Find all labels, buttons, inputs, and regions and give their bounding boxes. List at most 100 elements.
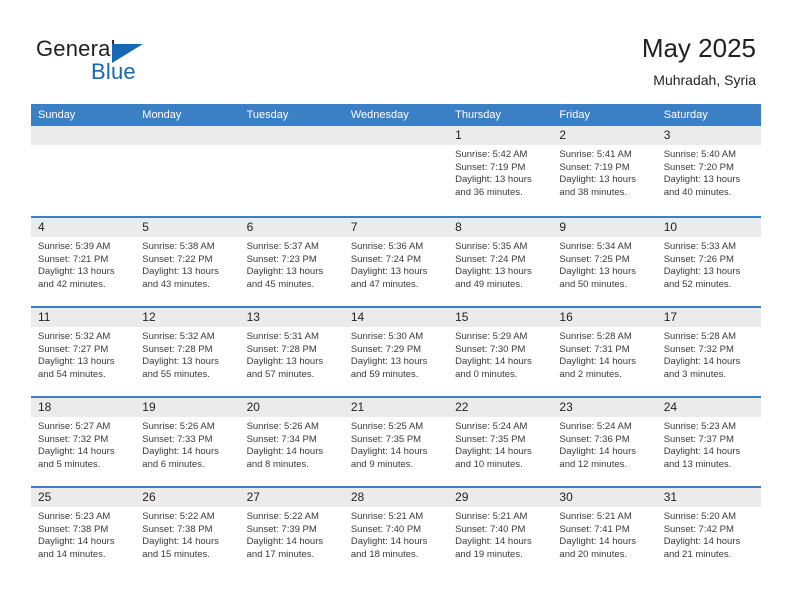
weekday-header-saturday: Saturday bbox=[663, 109, 708, 121]
weekday-header-friday: Friday bbox=[559, 109, 590, 121]
day-detail-line: Sunrise: 5:23 AM bbox=[38, 511, 111, 522]
day-cell[interactable]: 7 Sunrise: 5:36 AM Sunset: 7:24 PM Daylight… bbox=[343, 218, 449, 306]
day-detail-line: Sunset: 7:27 PM bbox=[38, 343, 109, 355]
day-detail-line: and 52 minutes. bbox=[663, 278, 732, 290]
day-number: 7 bbox=[350, 220, 358, 234]
day-details: Sunrise: 5:28 AM Sunset: 7:32 PM Daylight:… bbox=[657, 327, 761, 381]
day-detail-line: Daylight: 14 hours bbox=[559, 536, 636, 548]
day-number: 2 bbox=[559, 128, 567, 142]
day-number: 10 bbox=[663, 220, 678, 234]
day-details: Sunrise: 5:22 AM Sunset: 7:38 PM Daylight:… bbox=[135, 507, 239, 561]
day-number-strip: 19 bbox=[135, 398, 240, 417]
day-cell[interactable]: 17 Sunrise: 5:28 AM Sunset: 7:32 PM Dayligh… bbox=[656, 308, 761, 396]
day-cell[interactable]: 29 Sunrise: 5:21 AM Sunset: 7:40 PM Dayligh… bbox=[448, 488, 553, 576]
day-number-strip: 10 bbox=[656, 218, 761, 237]
day-number-strip: 25 bbox=[31, 488, 136, 507]
day-details: Sunrise: 5:30 AM Sunset: 7:29 PM Daylight:… bbox=[344, 327, 448, 381]
day-cell[interactable]: 28 Sunrise: 5:21 AM Sunset: 7:40 PM Dayligh… bbox=[343, 488, 449, 576]
day-detail-line: Daylight: 13 hours bbox=[455, 174, 532, 186]
day-number: 12 bbox=[142, 310, 156, 324]
day-detail-line: and 57 minutes. bbox=[246, 368, 315, 380]
day-detail-line: and 17 minutes. bbox=[246, 548, 315, 560]
day-cell-empty bbox=[343, 126, 449, 216]
day-cell[interactable]: 9 Sunrise: 5:34 AM Sunset: 7:25 PM Daylight… bbox=[552, 218, 657, 306]
day-number: 23 bbox=[559, 400, 573, 414]
day-detail-line: Sunrise: 5:40 AM bbox=[663, 149, 737, 160]
day-number-strip: 28 bbox=[343, 488, 449, 507]
day-details: Sunrise: 5:32 AM Sunset: 7:28 PM Daylight:… bbox=[135, 327, 239, 381]
day-detail-line: Daylight: 13 hours bbox=[38, 356, 115, 368]
day-details: Sunrise: 5:24 AM Sunset: 7:35 PM Daylight:… bbox=[448, 417, 552, 471]
day-detail-line: Sunrise: 5:38 AM bbox=[142, 241, 215, 252]
day-details: Sunrise: 5:33 AM Sunset: 7:26 PM Daylight:… bbox=[657, 237, 761, 291]
day-cell[interactable]: 14 Sunrise: 5:30 AM Sunset: 7:29 PM Dayligh… bbox=[343, 308, 449, 396]
day-number-strip: 31 bbox=[656, 488, 761, 507]
day-detail-line: Daylight: 14 hours bbox=[246, 536, 324, 548]
day-detail-line: Sunrise: 5:42 AM bbox=[455, 149, 528, 160]
day-cell[interactable]: 13 Sunrise: 5:31 AM Sunset: 7:28 PM Dayligh… bbox=[239, 308, 344, 396]
day-detail-line: Sunset: 7:19 PM bbox=[455, 161, 526, 173]
day-cell[interactable]: 12 Sunrise: 5:32 AM Sunset: 7:28 PM Dayligh… bbox=[135, 308, 240, 396]
day-cell[interactable]: 16 Sunrise: 5:28 AM Sunset: 7:31 PM Dayligh… bbox=[552, 308, 657, 396]
day-cell[interactable]: 25 Sunrise: 5:23 AM Sunset: 7:38 PM Dayligh… bbox=[31, 488, 136, 576]
day-detail-line: Daylight: 13 hours bbox=[142, 356, 219, 368]
day-cell[interactable]: 5 Sunrise: 5:38 AM Sunset: 7:22 PM Daylight… bbox=[135, 218, 240, 306]
day-detail-line: Sunset: 7:19 PM bbox=[559, 161, 630, 173]
day-cell[interactable]: 1 Sunrise: 5:42 AM Sunset: 7:19 PM Daylight… bbox=[448, 126, 553, 216]
day-detail-line: Sunset: 7:41 PM bbox=[559, 523, 630, 535]
day-detail-line: Sunset: 7:35 PM bbox=[455, 433, 526, 445]
weekday-header-wednesday: Wednesday bbox=[350, 109, 409, 121]
day-cell[interactable]: 2 Sunrise: 5:41 AM Sunset: 7:19 PM Daylight… bbox=[552, 126, 657, 216]
day-detail-line: Sunset: 7:20 PM bbox=[663, 161, 734, 173]
day-detail-line: Sunrise: 5:41 AM bbox=[559, 149, 632, 160]
day-detail-line: Daylight: 14 hours bbox=[38, 446, 115, 458]
day-cell[interactable]: 4 Sunrise: 5:39 AM Sunset: 7:21 PM Daylight… bbox=[31, 218, 136, 306]
day-detail-line: Sunset: 7:40 PM bbox=[350, 523, 422, 535]
day-number-strip: 11 bbox=[31, 308, 136, 327]
day-cell[interactable]: 31 Sunrise: 5:20 AM Sunset: 7:42 PM Dayligh… bbox=[656, 488, 761, 576]
day-cell[interactable]: 27 Sunrise: 5:22 AM Sunset: 7:39 PM Dayligh… bbox=[239, 488, 344, 576]
day-number-strip bbox=[239, 126, 344, 145]
page-subtitle: Muhradah, Syria bbox=[653, 72, 756, 88]
day-number-strip: 29 bbox=[448, 488, 553, 507]
general-blue-logo: General Blue bbox=[36, 36, 236, 88]
day-details: Sunrise: 5:21 AM Sunset: 7:40 PM Daylight:… bbox=[344, 507, 448, 561]
day-cell[interactable]: 6 Sunrise: 5:37 AM Sunset: 7:23 PM Daylight… bbox=[239, 218, 344, 306]
day-cell[interactable]: 30 Sunrise: 5:21 AM Sunset: 7:41 PM Dayligh… bbox=[552, 488, 657, 576]
day-detail-line: Daylight: 14 hours bbox=[246, 446, 324, 458]
day-cell[interactable]: 24 Sunrise: 5:23 AM Sunset: 7:37 PM Dayligh… bbox=[656, 398, 761, 486]
day-details: Sunrise: 5:38 AM Sunset: 7:22 PM Daylight:… bbox=[135, 237, 239, 291]
day-detail-line: Daylight: 14 hours bbox=[350, 536, 428, 548]
day-detail-line: Daylight: 13 hours bbox=[663, 266, 741, 278]
day-cell[interactable]: 20 Sunrise: 5:26 AM Sunset: 7:34 PM Dayligh… bbox=[239, 398, 344, 486]
day-cell[interactable]: 19 Sunrise: 5:26 AM Sunset: 7:33 PM Dayligh… bbox=[135, 398, 240, 486]
calendar-grid: Sunday Monday Tuesday Wednesday Thursday Frid… bbox=[31, 104, 761, 576]
day-cell[interactable]: 10 Sunrise: 5:33 AM Sunset: 7:26 PM Dayligh… bbox=[656, 218, 761, 306]
day-details: Sunrise: 5:41 AM Sunset: 7:19 PM Daylight:… bbox=[552, 145, 656, 199]
day-detail-line: Daylight: 14 hours bbox=[350, 446, 428, 458]
day-cell[interactable]: 23 Sunrise: 5:24 AM Sunset: 7:36 PM Dayligh… bbox=[552, 398, 657, 486]
day-detail-line: Daylight: 13 hours bbox=[246, 266, 324, 278]
day-detail-line: and 19 minutes. bbox=[455, 548, 523, 560]
day-cell[interactable]: 8 Sunrise: 5:35 AM Sunset: 7:24 PM Daylight… bbox=[448, 218, 553, 306]
day-number-strip: 26 bbox=[135, 488, 240, 507]
day-detail-line: Sunrise: 5:28 AM bbox=[663, 331, 737, 342]
day-number-strip: 9 bbox=[552, 218, 657, 237]
day-cell[interactable]: 22 Sunrise: 5:24 AM Sunset: 7:35 PM Dayligh… bbox=[448, 398, 553, 486]
day-detail-line: and 15 minutes. bbox=[142, 548, 210, 560]
day-cell[interactable]: 18 Sunrise: 5:27 AM Sunset: 7:32 PM Dayligh… bbox=[31, 398, 136, 486]
day-detail-line: Sunrise: 5:35 AM bbox=[455, 241, 528, 252]
day-detail-line: Daylight: 13 hours bbox=[559, 266, 636, 278]
day-detail-line: and 38 minutes. bbox=[559, 186, 628, 198]
day-number: 31 bbox=[663, 490, 678, 504]
day-cell[interactable]: 11 Sunrise: 5:32 AM Sunset: 7:27 PM Dayligh… bbox=[31, 308, 136, 396]
day-details: Sunrise: 5:24 AM Sunset: 7:36 PM Daylight:… bbox=[552, 417, 656, 471]
day-cell[interactable]: 3 Sunrise: 5:40 AM Sunset: 7:20 PM Daylight… bbox=[656, 126, 761, 216]
day-cell[interactable]: 15 Sunrise: 5:29 AM Sunset: 7:30 PM Dayligh… bbox=[448, 308, 553, 396]
day-number: 25 bbox=[38, 490, 52, 504]
day-detail-line: and 2 minutes. bbox=[559, 368, 622, 380]
day-cell[interactable]: 26 Sunrise: 5:22 AM Sunset: 7:38 PM Dayligh… bbox=[135, 488, 240, 576]
day-cell[interactable]: 21 Sunrise: 5:25 AM Sunset: 7:35 PM Dayligh… bbox=[343, 398, 449, 486]
day-detail-line: Daylight: 14 hours bbox=[142, 536, 219, 548]
day-number: 17 bbox=[663, 310, 678, 324]
